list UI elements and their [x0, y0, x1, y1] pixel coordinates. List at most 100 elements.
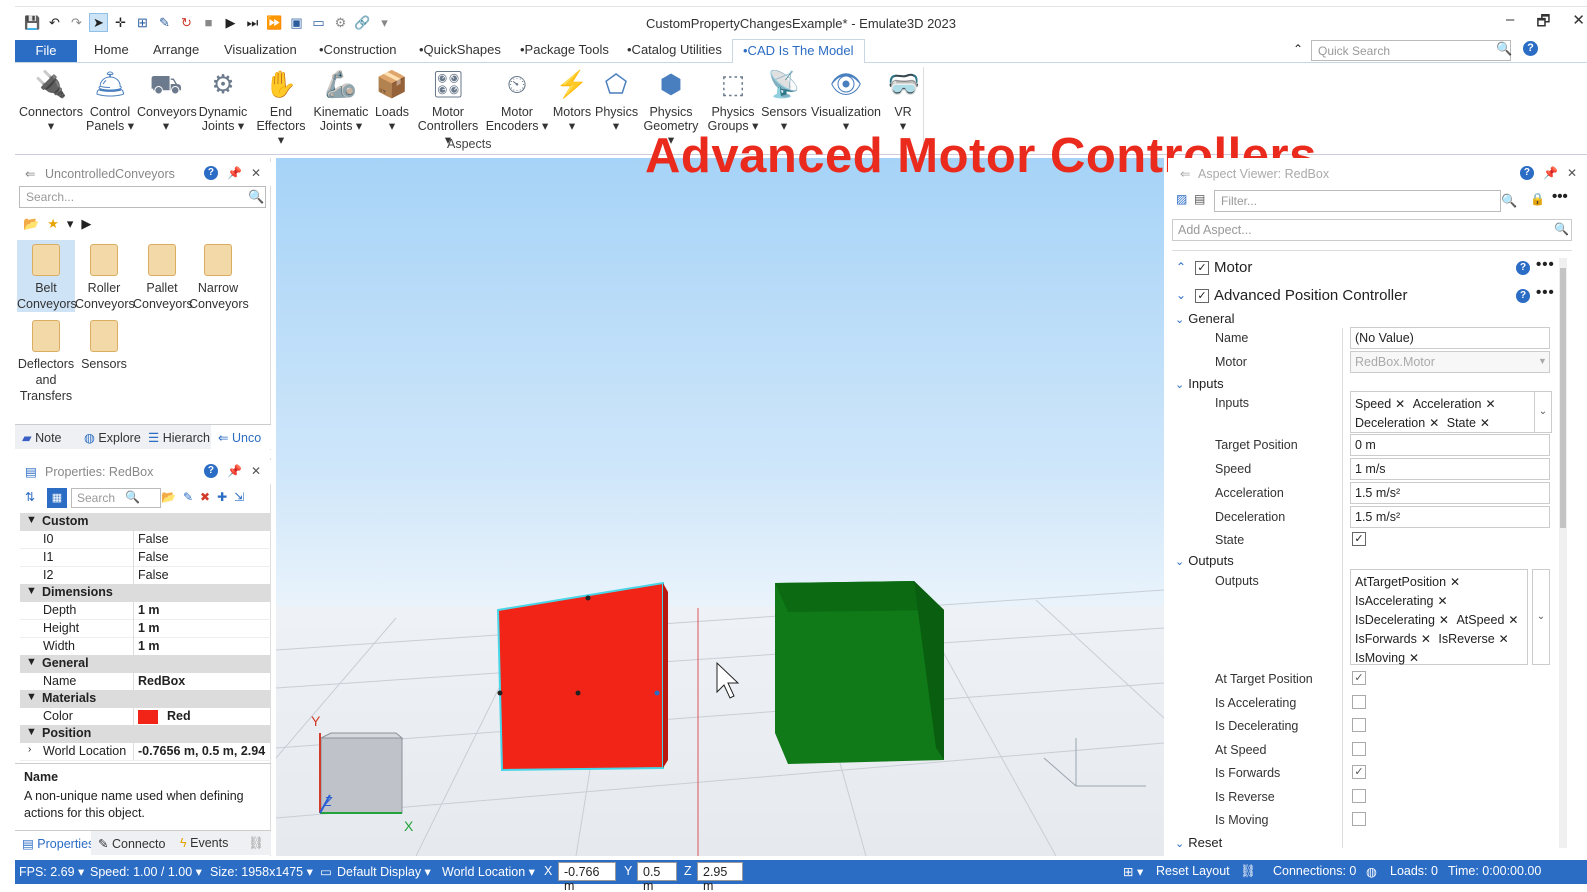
help-icon[interactable]: ? [1523, 41, 1538, 56]
visualization-button[interactable]: 👁 Visualization ▾ [809, 67, 883, 133]
tab-explorer[interactable]: ◍ Explore [77, 425, 141, 449]
tab-catalog-utilities[interactable]: •Catalog Utilities [627, 42, 722, 57]
target-position-input[interactable]: 0 m [1350, 434, 1550, 456]
help-icon[interactable]: ? [203, 166, 218, 180]
chevron-down-icon[interactable]: ⌄ [1176, 288, 1186, 302]
x-coordinate-field[interactable]: -0.766 m [558, 862, 616, 892]
more-options-icon[interactable]: ••• [1552, 188, 1568, 205]
catalog-item-pallet-conveyors[interactable]: Pallet Conveyors [133, 240, 193, 312]
is-moving-checkbox[interactable] [1352, 812, 1366, 826]
property-row[interactable]: I2 False [20, 567, 271, 585]
help-icon[interactable]: ? [1516, 289, 1530, 303]
motor-controllers-button[interactable]: 🎛 Motor Controllers ▾ [413, 67, 483, 147]
aspect-advanced-position-controller-header[interactable]: ⌄ ✓ Advanced Position Controller ? ••• [1174, 284, 1554, 310]
add-property-icon[interactable]: ✚ [217, 490, 227, 504]
physics-groups-button[interactable]: ⬚ Physics Groups ▾ [707, 67, 759, 133]
lock-icon[interactable]: 🔒 [1530, 192, 1545, 206]
search-icon[interactable]: 🔍 [1501, 193, 1517, 209]
green-box[interactable] [775, 581, 944, 764]
is-forwards-checkbox[interactable]: ✓ [1352, 765, 1366, 779]
outputs-chip-list[interactable]: AtTargetPosition ✕ IsAccelerating ✕ IsDece… [1350, 569, 1528, 665]
motor-enabled-checkbox[interactable]: ✓ [1195, 261, 1209, 275]
close-icon[interactable]: ✕ [1567, 166, 1577, 180]
connectors-button[interactable]: 🔌 Connectors ▾ [19, 67, 83, 133]
pin-icon[interactable]: 📌 [227, 464, 242, 478]
sort-icon[interactable]: ⇅ [25, 490, 35, 504]
restore-button[interactable]: 🗗 [1536, 11, 1550, 36]
tab-hierarchy[interactable]: ☰ Hierarch [141, 425, 211, 449]
close-icon[interactable]: ✕ [251, 464, 261, 478]
collapse-ribbon-icon[interactable]: ⌃ [1293, 42, 1303, 56]
chevron-down-icon[interactable]: ▼ [1538, 356, 1547, 366]
chip[interactable]: AtSpeed ✕ [1456, 611, 1518, 630]
sensors-button[interactable]: 📡 Sensors ▾ [761, 67, 807, 133]
catalog-item-belt-conveyors[interactable]: Belt Conveyors [17, 240, 77, 312]
acceleration-input[interactable]: 1.5 m/s² [1350, 482, 1550, 504]
help-icon[interactable]: ? [203, 464, 218, 478]
export-icon[interactable]: ⇲ [234, 490, 244, 504]
view-cube[interactable] [319, 732, 404, 814]
property-group-general[interactable]: ▼ General [20, 655, 271, 673]
pin-icon[interactable]: 📌 [1543, 166, 1558, 180]
section-reset[interactable]: ⌄ Reset [1175, 835, 1222, 850]
chip[interactable]: IsDecelerating ✕ [1355, 611, 1449, 630]
z-coordinate-field[interactable]: 2.95 m [697, 862, 743, 892]
dynamic-joints-button[interactable]: ⚙ Dynamic Joints ▾ [197, 67, 249, 133]
chip[interactable]: IsMoving ✕ [1355, 649, 1419, 668]
tab-package-tools[interactable]: •Package Tools [520, 42, 609, 57]
motor-encoders-button[interactable]: ⏲ Motor Encoders ▾ [485, 67, 549, 133]
reset-layout-button[interactable]: Reset Layout [1156, 864, 1230, 878]
search-icon[interactable]: 🔍 [125, 490, 140, 504]
y-coordinate-field[interactable]: 0.5 m [637, 862, 677, 892]
tab-uncontrolled-conveyors[interactable]: ⇐ Unco [211, 425, 271, 449]
property-row[interactable]: I1 False [20, 549, 271, 567]
size-dropdown[interactable]: Size: 1958x1475 ▾ [210, 864, 313, 879]
section-outputs[interactable]: ⌄ Outputs [1175, 553, 1234, 568]
vr-button[interactable]: 🥽 VR ▾ [887, 67, 920, 133]
minimize-button[interactable]: – [1506, 11, 1514, 36]
chip[interactable]: Acceleration ✕ [1413, 395, 1496, 414]
speed-input[interactable]: 1 m/s [1350, 458, 1550, 480]
more-options-icon[interactable]: ••• [1536, 256, 1555, 273]
search-icon[interactable]: 🔍 [248, 189, 264, 205]
chip[interactable]: State ✕ [1447, 414, 1490, 433]
chip[interactable]: IsReverse ✕ [1438, 630, 1508, 649]
property-row[interactable]: Width 1 m [20, 638, 271, 656]
help-icon[interactable]: ? [1519, 166, 1534, 180]
tab-more[interactable]: ⛓ [241, 831, 269, 855]
edit-icon[interactable]: ✎ [183, 490, 193, 504]
deceleration-input[interactable]: 1.5 m/s² [1350, 506, 1550, 528]
dropdown-icon[interactable]: ▾ [67, 216, 74, 232]
filter-icon[interactable]: ▤ [1194, 192, 1205, 206]
delete-icon[interactable]: ✖ [200, 490, 210, 504]
at-speed-checkbox[interactable] [1352, 742, 1366, 756]
aspect-view-icon[interactable]: ▨ [1176, 192, 1187, 206]
property-row[interactable]: Name RedBox [20, 673, 271, 691]
aspect-motor-header[interactable]: ⌃ ✓ Motor ? ••• [1174, 256, 1555, 282]
section-inputs[interactable]: ⌄ Inputs [1175, 376, 1224, 391]
tab-quickshapes[interactable]: •QuickShapes [419, 42, 501, 57]
scrollbar[interactable] [1559, 258, 1567, 848]
tab-file[interactable]: File [15, 40, 77, 62]
property-group-custom[interactable]: ▼ Custom [20, 513, 271, 531]
is-decelerating-checkbox[interactable] [1352, 718, 1366, 732]
tab-notes[interactable]: ▰ Note [15, 425, 77, 449]
tab-arrange[interactable]: Arrange [153, 42, 199, 57]
chip[interactable]: Speed ✕ [1355, 395, 1405, 414]
state-checkbox[interactable]: ✓ [1352, 532, 1366, 546]
play-icon[interactable]: ▶ [81, 216, 91, 232]
properties-search-input[interactable]: Search [71, 488, 161, 508]
property-group-materials[interactable]: ▼ Materials [20, 690, 271, 708]
tab-visualization[interactable]: Visualization [224, 42, 297, 57]
apc-enabled-checkbox[interactable]: ✓ [1195, 289, 1209, 303]
search-icon[interactable]: 🔍 [1554, 222, 1569, 236]
search-icon[interactable]: 🔍 [1496, 41, 1512, 57]
tab-cad-is-the-model[interactable]: •CAD Is The Model [732, 39, 865, 64]
tab-home[interactable]: Home [94, 42, 129, 57]
property-group-dimensions[interactable]: ▼ Dimensions [20, 584, 271, 602]
world-location-dropdown[interactable]: World Location ▾ [442, 864, 535, 879]
tab-construction[interactable]: •Construction [319, 42, 397, 57]
property-row[interactable]: I0 False [20, 531, 271, 549]
property-row[interactable]: Color Red [20, 708, 271, 726]
name-input[interactable]: (No Value) [1350, 327, 1550, 349]
